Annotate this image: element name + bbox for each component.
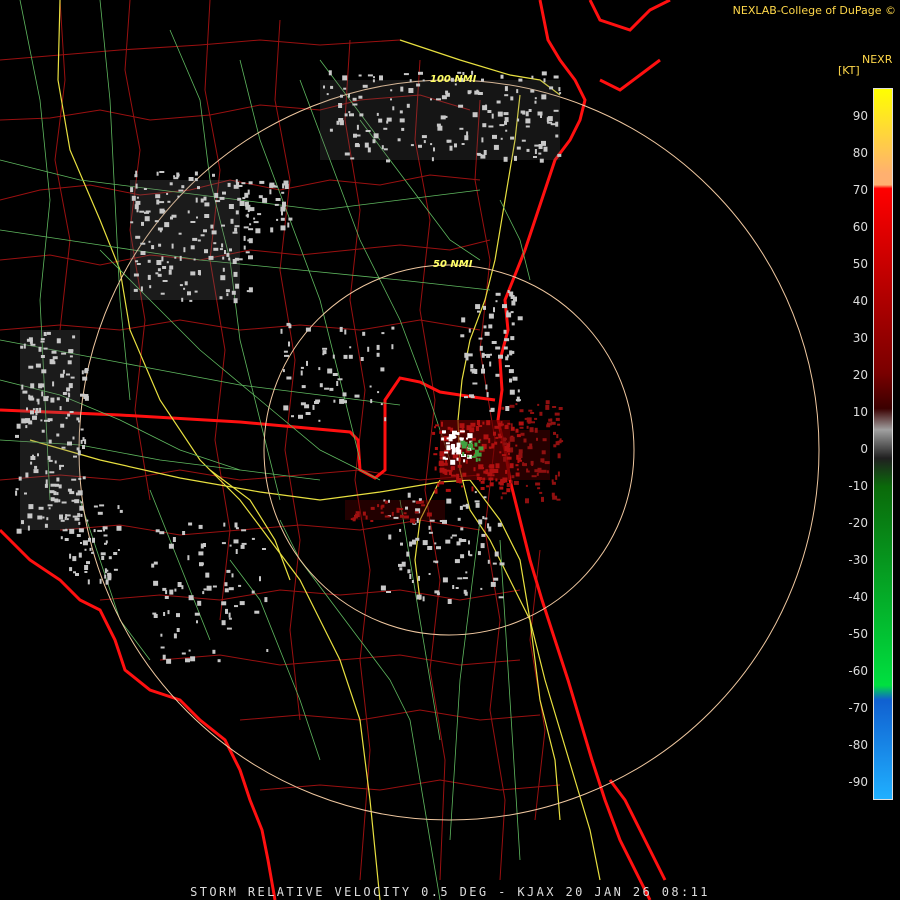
legend-tick: 40 [852,294,868,308]
legend-tick: -80 [848,738,868,752]
legend-unit: [KT] [838,64,860,77]
product-caption: STORM RELATIVE VELOCITY 0.5 DEG - KJAX 2… [190,885,710,899]
legend-tick: 60 [852,220,868,234]
legend-tick: 50 [852,257,868,271]
legend-tick: 30 [852,331,868,345]
legend-tick: 70 [852,183,868,197]
legend-tick: 10 [852,405,868,419]
legend-tick: 80 [852,146,868,160]
range-label-50: 50 NMI [433,259,473,270]
credit-label: NEXLAB-College of DuPage © [732,4,896,17]
range-label-100: 100 NMI [430,74,477,85]
legend-tick: -20 [848,516,868,530]
radar-map [0,0,900,900]
velocity-color-scale [873,88,893,800]
legend-product-code: NEXR [862,53,893,66]
legend-tick: -40 [848,590,868,604]
legend-tick: -90 [848,775,868,789]
legend-tick: 20 [852,368,868,382]
legend-tick: -50 [848,627,868,641]
legend-tick: -60 [848,664,868,678]
legend-tick: -70 [848,701,868,715]
legend-tick: 0 [860,442,868,456]
legend-tick: 90 [852,109,868,123]
legend-tick: -30 [848,553,868,567]
legend-tick: -10 [848,479,868,493]
